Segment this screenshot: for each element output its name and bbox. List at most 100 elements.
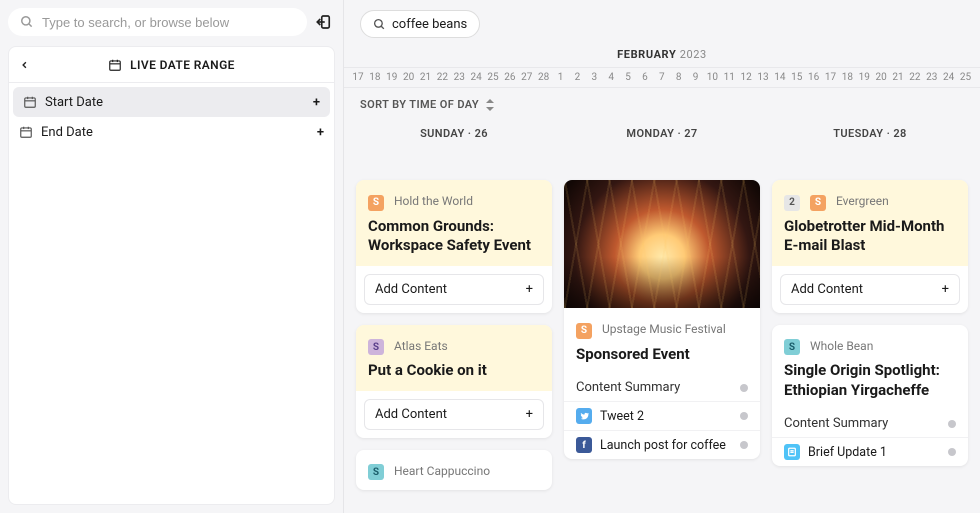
day-cell[interactable]: 23 <box>924 72 940 83</box>
status-dot <box>740 441 748 449</box>
card-title: Sponsored Event <box>576 345 748 365</box>
status-badge: S <box>368 195 384 211</box>
status-badge: S <box>784 339 800 355</box>
day-cell[interactable]: 2 <box>569 72 585 83</box>
day-cell[interactable]: 24 <box>468 72 484 83</box>
day-cell[interactable]: 27 <box>519 72 535 83</box>
day-cell[interactable]: 17 <box>350 72 366 83</box>
day-cell[interactable]: 14 <box>772 72 788 83</box>
col-sunday: SUNDAY · 26 S Hold the World Common Grou… <box>356 121 552 513</box>
content-item-label: Launch post for coffee <box>600 438 726 453</box>
add-content-label: Add Content <box>375 282 447 297</box>
search-row <box>8 8 335 36</box>
day-cell[interactable]: 23 <box>451 72 467 83</box>
card-heart-cappuccino[interactable]: S Heart Cappuccino <box>356 450 552 491</box>
add-end-date-button[interactable]: + <box>317 125 324 140</box>
day-cell[interactable]: 28 <box>536 72 552 83</box>
content-item-tweet-2[interactable]: Tweet 2 <box>564 401 760 430</box>
day-cell[interactable]: 19 <box>384 72 400 83</box>
card-hold-the-world[interactable]: S Hold the World Common Grounds: Workspa… <box>356 180 552 313</box>
day-cell[interactable]: 15 <box>789 72 805 83</box>
card-title: Put a Cookie on it <box>368 361 540 381</box>
day-cell[interactable]: 17 <box>823 72 839 83</box>
chevron-left-icon[interactable] <box>19 59 30 70</box>
add-content-button[interactable]: Add Content + <box>364 274 544 305</box>
calendar-icon <box>19 125 33 139</box>
search-input[interactable] <box>42 15 295 30</box>
card-title: Common Grounds: Workspace Safety Event <box>368 217 540 256</box>
card-title: Globetrotter Mid-Month E-mail Blast <box>784 217 956 256</box>
day-cell[interactable]: 9 <box>688 72 704 83</box>
card-tag: Upstage Music Festival <box>602 322 726 336</box>
facebook-icon: f <box>576 437 592 453</box>
calendar-icon <box>108 58 122 72</box>
sort-row[interactable]: SORT BY TIME OF DAY <box>344 88 980 121</box>
end-date-label: End Date <box>41 125 93 140</box>
day-cell[interactable]: 25 <box>485 72 501 83</box>
day-cell[interactable]: 16 <box>806 72 822 83</box>
day-cell[interactable]: 21 <box>418 72 434 83</box>
add-start-date-button[interactable]: + <box>313 95 320 110</box>
day-cell[interactable]: 25 <box>958 72 974 83</box>
content-summary-row[interactable]: Content Summary <box>564 374 760 401</box>
add-content-label: Add Content <box>375 407 447 422</box>
day-cell[interactable]: 18 <box>839 72 855 83</box>
card-upstage-music-festival[interactable]: S Upstage Music Festival Sponsored Event… <box>564 180 760 459</box>
day-cell[interactable]: 3 <box>586 72 602 83</box>
card-title: Single Origin Spotlight: Ethiopian Yirga… <box>784 361 956 400</box>
logout-icon[interactable] <box>313 11 335 33</box>
end-date-row[interactable]: End Date + <box>9 117 334 147</box>
card-whole-bean[interactable]: S Whole Bean Single Origin Spotlight: Et… <box>772 325 968 467</box>
twitter-icon <box>576 408 592 424</box>
live-date-range-row[interactable]: LIVE DATE RANGE <box>9 47 334 83</box>
content-summary-label: Content Summary <box>784 416 888 431</box>
status-badge: S <box>810 195 826 211</box>
sort-arrows-icon <box>485 99 495 111</box>
day-cell[interactable]: 7 <box>654 72 670 83</box>
day-cell[interactable]: 20 <box>873 72 889 83</box>
start-date-row[interactable]: Start Date + <box>13 87 330 117</box>
day-cell[interactable]: 8 <box>671 72 687 83</box>
col-tuesday: TUESDAY · 28 2 S Evergreen Globetrotter … <box>772 121 968 513</box>
card-tag: Atlas Eats <box>394 339 448 353</box>
add-content-button[interactable]: Add Content + <box>364 399 544 430</box>
day-cell[interactable]: 12 <box>738 72 754 83</box>
day-cell[interactable]: 4 <box>603 72 619 83</box>
day-cell[interactable]: 24 <box>941 72 957 83</box>
status-dot <box>740 384 748 392</box>
filter-chip[interactable]: coffee beans <box>360 10 480 38</box>
add-content-label: Add Content <box>791 282 863 297</box>
day-cell[interactable]: 20 <box>401 72 417 83</box>
timeline-year: 2023 <box>680 48 707 61</box>
live-date-range-label: LIVE DATE RANGE <box>130 58 235 72</box>
day-cell[interactable]: 10 <box>704 72 720 83</box>
day-cell[interactable]: 19 <box>856 72 872 83</box>
card-evergreen[interactable]: 2 S Evergreen Globetrotter Mid-Month E-m… <box>772 180 968 313</box>
day-cell[interactable]: 22 <box>434 72 450 83</box>
day-cell[interactable]: 26 <box>502 72 518 83</box>
content-summary-row[interactable]: Content Summary <box>772 410 968 437</box>
day-cell[interactable]: 13 <box>755 72 771 83</box>
content-item-brief-update[interactable]: Brief Update 1 <box>772 437 968 466</box>
plus-icon: + <box>526 407 533 422</box>
sidebar: LIVE DATE RANGE Start Date + End Date + <box>0 0 344 513</box>
content-item-fb-launch[interactable]: f Launch post for coffee <box>564 430 760 459</box>
day-cell[interactable]: 1 <box>553 72 569 83</box>
search-box[interactable] <box>8 8 307 36</box>
card-atlas-eats[interactable]: S Atlas Eats Put a Cookie on it Add Cont… <box>356 325 552 438</box>
start-date-label: Start Date <box>45 95 103 110</box>
add-content-button[interactable]: Add Content + <box>780 274 960 305</box>
sort-label: SORT BY TIME OF DAY <box>360 98 479 111</box>
day-cell[interactable]: 21 <box>890 72 906 83</box>
day-cell[interactable]: 6 <box>637 72 653 83</box>
day-cell[interactable]: 11 <box>721 72 737 83</box>
card-hero-image <box>564 180 760 308</box>
day-strip[interactable]: 1718192021222324252627281234567891011121… <box>344 68 980 88</box>
content-item-label: Brief Update 1 <box>808 445 887 460</box>
card-tag: Whole Bean <box>810 339 873 353</box>
status-badge: S <box>576 323 592 339</box>
day-cell[interactable]: 22 <box>907 72 923 83</box>
day-cell[interactable]: 5 <box>620 72 636 83</box>
filter-chip-text: coffee beans <box>392 17 467 32</box>
day-cell[interactable]: 18 <box>367 72 383 83</box>
